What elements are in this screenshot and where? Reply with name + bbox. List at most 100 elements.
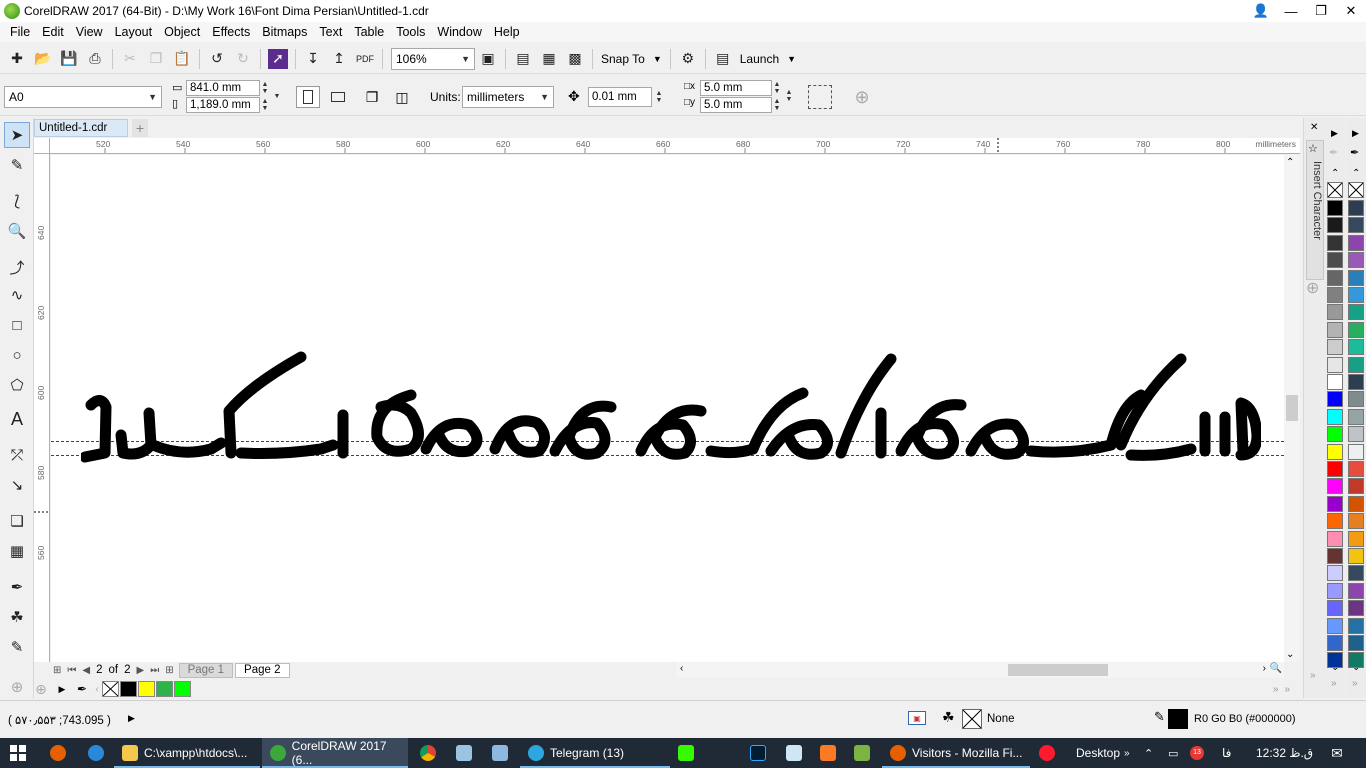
- color-swatch[interactable]: [1327, 652, 1343, 669]
- app-layers-taskbar-icon[interactable]: [848, 738, 876, 768]
- color-swatch[interactable]: [174, 681, 191, 697]
- menu-edit[interactable]: Edit: [36, 25, 70, 39]
- color-swatch[interactable]: [1327, 635, 1343, 651]
- menu-layout[interactable]: Layout: [109, 25, 159, 39]
- export-icon[interactable]: ↥: [326, 47, 352, 71]
- taskbar-item-firefox[interactable]: Visitors - Mozilla Fi...: [882, 738, 1030, 768]
- color-swatch[interactable]: [1348, 234, 1364, 251]
- duplicate-distance-x-input[interactable]: 5.0 mm: [700, 80, 772, 96]
- color-swatch[interactable]: [1348, 287, 1364, 303]
- freehand-tool-icon[interactable]: ⤴: [4, 254, 30, 280]
- add-page-after-icon[interactable]: ⊞: [162, 665, 176, 676]
- add-palette-icon[interactable]: ⊕: [34, 681, 48, 698]
- zoom-navigator-icon[interactable]: 🔍: [1270, 663, 1282, 674]
- undo-icon[interactable]: ↺: [204, 47, 230, 71]
- color-swatch[interactable]: [1327, 548, 1343, 564]
- restore-button[interactable]: ❐: [1306, 0, 1336, 22]
- color-swatch[interactable]: [156, 681, 173, 697]
- taskbar-item-explorer[interactable]: C:\xampp\htdocs\...: [114, 738, 260, 768]
- page-size-select[interactable]: A0 ▼: [4, 86, 162, 108]
- color-swatch[interactable]: [1348, 408, 1364, 425]
- photoshop-taskbar-icon[interactable]: [744, 738, 772, 768]
- status-menu-icon[interactable]: ▶: [128, 713, 135, 724]
- app-taskbar-icon[interactable]: [450, 738, 478, 768]
- palette-menu-icon[interactable]: ▶: [56, 684, 68, 695]
- color-swatch[interactable]: [1348, 269, 1364, 286]
- scroll-left-icon[interactable]: ‹: [680, 663, 683, 674]
- color-swatch[interactable]: [1327, 443, 1343, 460]
- first-page-icon[interactable]: ⏮: [64, 665, 79, 676]
- docker-expand-icon[interactable]: »: [1310, 670, 1316, 681]
- corel-connect-icon[interactable]: ➚: [268, 48, 288, 69]
- telegram-tray-icon[interactable]: 13: [1190, 738, 1212, 768]
- interactive-fill-tool-icon[interactable]: ☘: [4, 604, 30, 630]
- color-swatch[interactable]: [120, 681, 137, 697]
- page-tab-2[interactable]: Page 2: [235, 662, 290, 678]
- color-swatch[interactable]: [1327, 530, 1343, 547]
- color-swatch[interactable]: [1327, 565, 1343, 582]
- color-swatch[interactable]: [1327, 356, 1343, 373]
- nudge-distance-input[interactable]: 0.01 mm: [588, 87, 652, 107]
- color-swatch[interactable]: [1327, 321, 1343, 338]
- text-tool-icon[interactable]: A: [4, 406, 30, 432]
- scroll-up-icon[interactable]: ⌃: [1286, 157, 1294, 168]
- new-tab-icon[interactable]: +: [132, 119, 148, 137]
- ellipse-tool-icon[interactable]: ○: [4, 342, 30, 368]
- opera-taskbar-icon[interactable]: [1034, 738, 1060, 768]
- color-swatch[interactable]: [1327, 391, 1343, 408]
- outline-color-swatch[interactable]: [1168, 709, 1188, 729]
- fill-none-swatch[interactable]: [962, 709, 982, 729]
- menu-effects[interactable]: Effects: [206, 25, 256, 39]
- battery-icon[interactable]: ▭: [1168, 738, 1186, 768]
- menu-text[interactable]: Text: [313, 25, 348, 39]
- color-swatch[interactable]: [1327, 304, 1343, 321]
- color-swatch[interactable]: [138, 681, 155, 697]
- open-folder-icon[interactable]: 📂: [30, 47, 56, 71]
- last-page-icon[interactable]: ⏭: [147, 665, 162, 676]
- close-button[interactable]: ✕: [1336, 0, 1366, 22]
- horizontal-ruler[interactable]: 520 540 560 580 600 620 640 660 680 700 …: [50, 138, 1300, 154]
- rectangle-tool-icon[interactable]: □: [4, 312, 30, 338]
- color-swatch[interactable]: [1348, 600, 1364, 617]
- clock[interactable]: 12:32 ق.ظ: [1256, 738, 1316, 768]
- no-color-swatch[interactable]: [102, 681, 119, 697]
- color-swatch[interactable]: [1348, 513, 1364, 530]
- options-gear-icon[interactable]: ⚙: [675, 47, 701, 71]
- show-rulers-icon[interactable]: ▤: [510, 47, 536, 71]
- color-swatch[interactable]: [1348, 617, 1364, 634]
- account-icon[interactable]: 👤: [1246, 0, 1276, 22]
- pick-tool-icon[interactable]: ➤: [4, 122, 30, 148]
- snap-to-label[interactable]: Snap To: [597, 52, 649, 66]
- docker-close-icon[interactable]: ✕: [1310, 122, 1318, 133]
- all-pages-icon[interactable]: ❐: [360, 86, 384, 108]
- vertical-scrollbar[interactable]: ⌃ ⌄: [1284, 155, 1300, 662]
- menu-window[interactable]: Window: [431, 25, 487, 39]
- page-tab-1[interactable]: Page 1: [178, 662, 234, 678]
- color-swatch[interactable]: [1348, 391, 1364, 408]
- color-swatch[interactable]: [1348, 652, 1364, 669]
- nudge-spinner[interactable]: ▲ ▼: [654, 89, 664, 105]
- menu-object[interactable]: Object: [158, 25, 206, 39]
- launch-label[interactable]: Launch: [736, 52, 783, 66]
- color-swatch[interactable]: [1348, 356, 1364, 373]
- zoom-tool-icon[interactable]: 🔍: [4, 218, 30, 244]
- color-swatch[interactable]: [1348, 565, 1364, 582]
- print-icon[interactable]: ⎙: [82, 47, 108, 71]
- color-swatch[interactable]: [1348, 304, 1364, 321]
- document-tab[interactable]: Untitled-1.cdr: [34, 119, 128, 137]
- desktop-toolbar[interactable]: Desktop »: [1076, 738, 1140, 768]
- palette-scroll-up-icon[interactable]: ⌃: [1352, 168, 1360, 179]
- palette-expand-icon[interactable]: »: [1352, 678, 1358, 689]
- shape-tool-icon[interactable]: ✎: [4, 152, 30, 178]
- publish-pdf-icon[interactable]: PDF: [352, 47, 378, 71]
- full-screen-icon[interactable]: ▣: [475, 47, 501, 71]
- color-swatch[interactable]: [1327, 495, 1343, 512]
- color-swatch[interactable]: [1348, 374, 1364, 390]
- color-swatch[interactable]: [1327, 234, 1343, 251]
- color-swatch[interactable]: [1348, 495, 1364, 512]
- color-swatch[interactable]: [1327, 269, 1343, 286]
- color-eyedropper-tool-icon[interactable]: ✒: [4, 574, 30, 600]
- color-swatch[interactable]: [1327, 582, 1343, 599]
- firefox-taskbar-icon[interactable]: [44, 738, 72, 768]
- color-swatch[interactable]: [1327, 287, 1343, 303]
